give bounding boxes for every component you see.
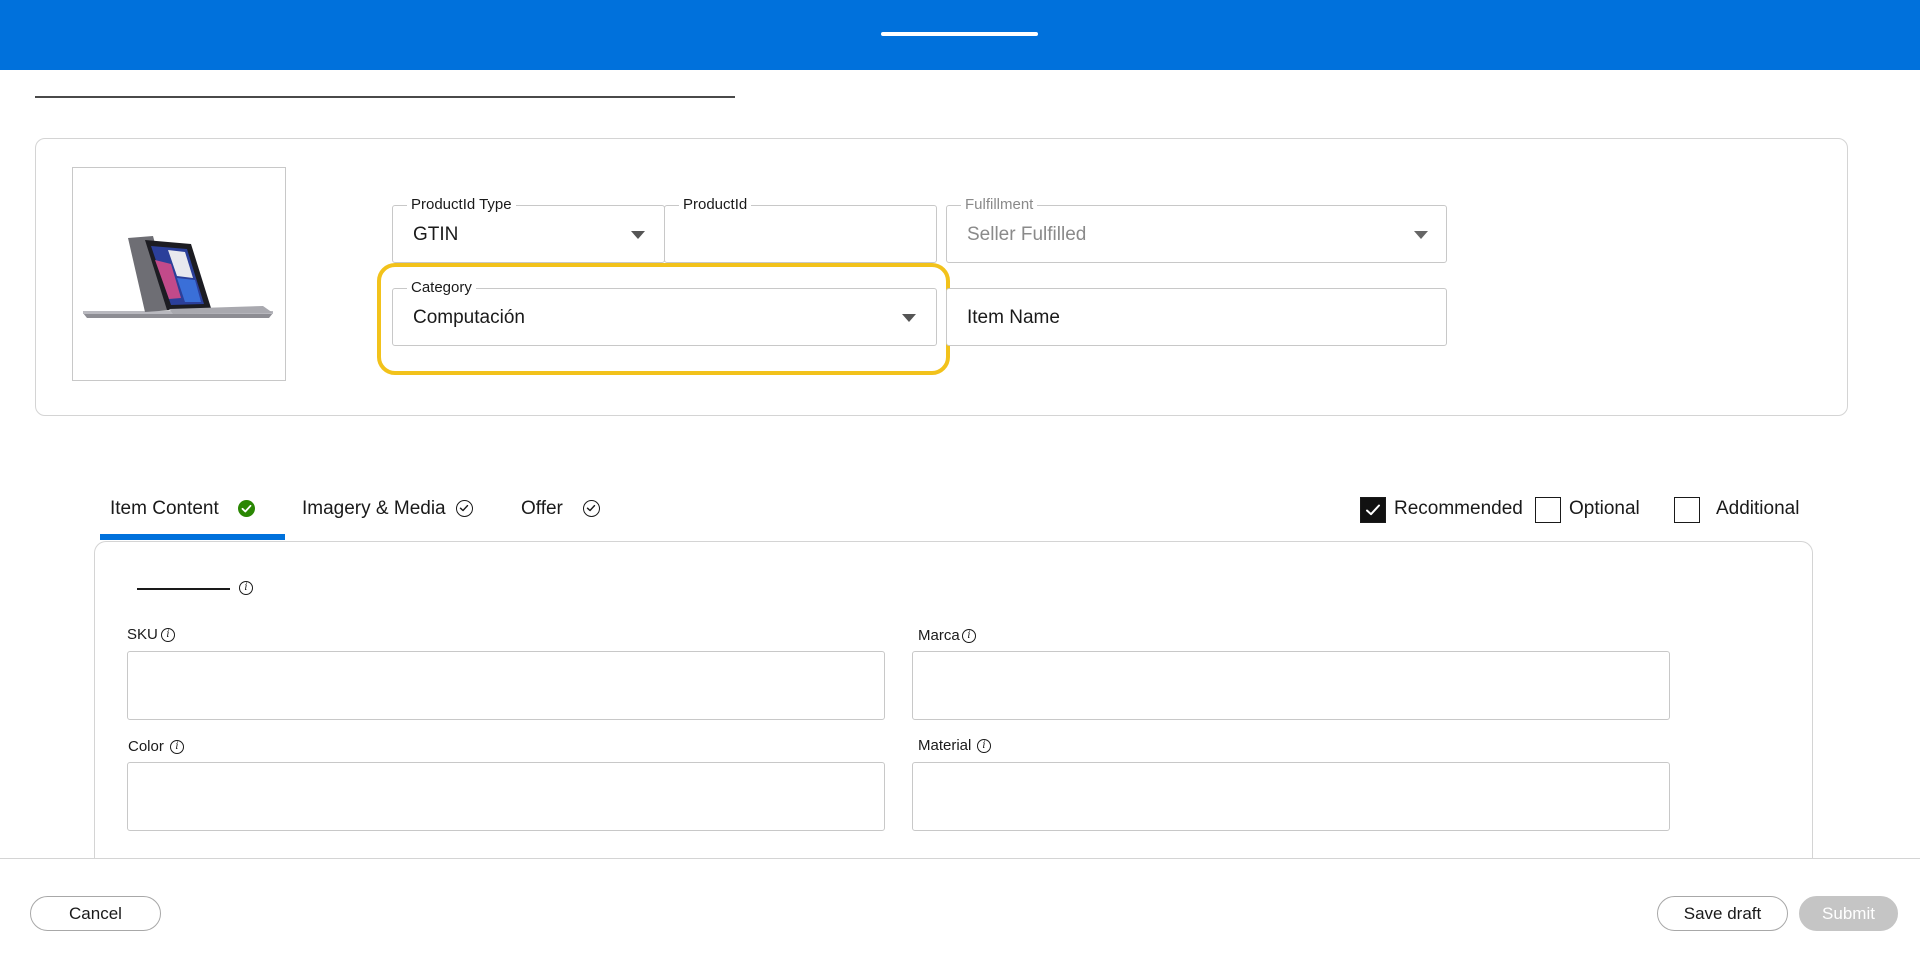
tab-imagery-media[interactable]: Imagery & Media: [300, 488, 480, 540]
info-icon[interactable]: i: [962, 629, 976, 643]
info-icon[interactable]: i: [161, 628, 175, 642]
info-icon[interactable]: i: [977, 739, 991, 753]
tab-offer-label: Offer: [521, 498, 563, 519]
fulfillment-select: Fulfillment Seller Fulfilled: [946, 197, 1447, 263]
check-circle-icon: [238, 500, 255, 517]
check-circle-outline-icon: [583, 500, 600, 517]
chevron-down-icon: [1414, 231, 1428, 239]
tab-item-content-label: Item Content: [110, 498, 219, 519]
sku-input[interactable]: [127, 651, 885, 720]
item-name-input[interactable]: Item Name: [946, 288, 1447, 346]
filter-optional-label: Optional: [1569, 498, 1640, 519]
header-title-placeholder: [881, 32, 1038, 36]
tab-item-content[interactable]: Item Content: [100, 488, 285, 540]
info-icon[interactable]: i: [239, 581, 253, 595]
productid-type-label: ProductId Type: [407, 197, 516, 213]
filter-recommended-checkbox[interactable]: Recommended: [1360, 497, 1523, 523]
fulfillment-label: Fulfillment: [961, 197, 1038, 213]
filter-optional-checkbox[interactable]: Optional: [1535, 497, 1655, 523]
sku-label: SKU: [127, 626, 158, 643]
checkbox-empty-icon[interactable]: [1535, 497, 1561, 523]
marca-input[interactable]: [912, 651, 1670, 720]
productid-label: ProductId: [679, 197, 752, 213]
footer-action-bar: Cancel Save draft Submit: [0, 858, 1920, 972]
filter-additional-checkbox[interactable]: Additional: [1674, 497, 1814, 523]
checkbox-empty-icon[interactable]: [1674, 497, 1700, 523]
page-heading-placeholder: [35, 96, 735, 98]
cancel-button[interactable]: Cancel: [30, 896, 161, 931]
tab-offer[interactable]: Offer: [519, 488, 609, 540]
submit-button: Submit: [1799, 896, 1898, 931]
checkbox-checked-icon[interactable]: [1360, 497, 1386, 523]
tab-imagery-media-label: Imagery & Media: [302, 498, 446, 519]
product-thumbnail: [72, 167, 286, 381]
marca-label: Marca: [918, 627, 960, 644]
save-draft-button[interactable]: Save draft: [1657, 896, 1788, 931]
color-input[interactable]: [127, 762, 885, 831]
filter-recommended-label: Recommended: [1394, 498, 1523, 519]
productid-type-select[interactable]: ProductId Type GTIN: [392, 197, 665, 263]
item-name-placeholder: Item Name: [967, 307, 1060, 328]
chevron-down-icon[interactable]: [631, 231, 645, 239]
top-header-bar: [0, 0, 1920, 70]
section-title-placeholder: [137, 588, 230, 590]
check-circle-outline-icon: [456, 500, 473, 517]
material-input[interactable]: [912, 762, 1670, 831]
productid-type-value: GTIN: [413, 224, 459, 245]
category-highlight-outline: [377, 263, 950, 375]
filter-additional-label: Additional: [1716, 498, 1800, 519]
material-label: Material: [918, 737, 972, 754]
info-icon[interactable]: i: [170, 740, 184, 754]
laptop-image: [83, 236, 273, 318]
productid-input[interactable]: ProductId: [664, 197, 937, 263]
color-label: Color: [128, 738, 164, 755]
fulfillment-value: Seller Fulfilled: [967, 224, 1087, 245]
